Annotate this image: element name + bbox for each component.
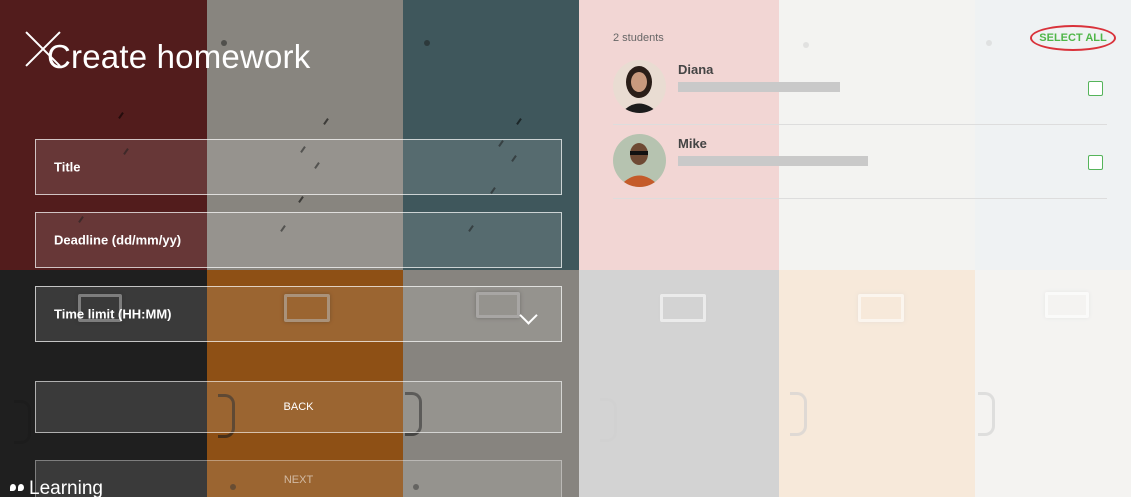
avatar (613, 134, 666, 187)
time-limit-label: Time limit (HH:MM) (54, 306, 172, 322)
back-button[interactable]: BACK (35, 381, 562, 433)
divider (613, 124, 1107, 125)
chevron-down-icon[interactable] (519, 306, 538, 325)
time-limit-select[interactable]: Time limit (HH:MM) (35, 286, 562, 342)
student-name: Diana (678, 62, 714, 77)
avatar (613, 60, 666, 113)
student-count: 2 students (613, 32, 664, 44)
student-email-redacted (678, 156, 868, 166)
checkbox-icon[interactable] (1088, 155, 1103, 170)
deadline-field-label: Deadline (dd/mm/yy) (54, 232, 182, 248)
next-button[interactable]: NEXT (35, 460, 562, 500)
title-field-label: Title (54, 159, 81, 175)
student-email-redacted (678, 82, 840, 92)
select-all-button[interactable]: SELECT ALL (1030, 25, 1116, 51)
divider (613, 198, 1107, 199)
page-title: Create homework (47, 38, 311, 75)
list-item[interactable]: Diana (613, 60, 1107, 132)
title-field[interactable]: Title (35, 139, 562, 195)
brand-logo-icon (10, 484, 25, 494)
checkbox-icon[interactable] (1088, 81, 1103, 96)
list-item[interactable]: Mike (613, 134, 1107, 206)
deadline-field[interactable]: Deadline (dd/mm/yy) (35, 212, 562, 268)
student-name: Mike (678, 136, 707, 151)
